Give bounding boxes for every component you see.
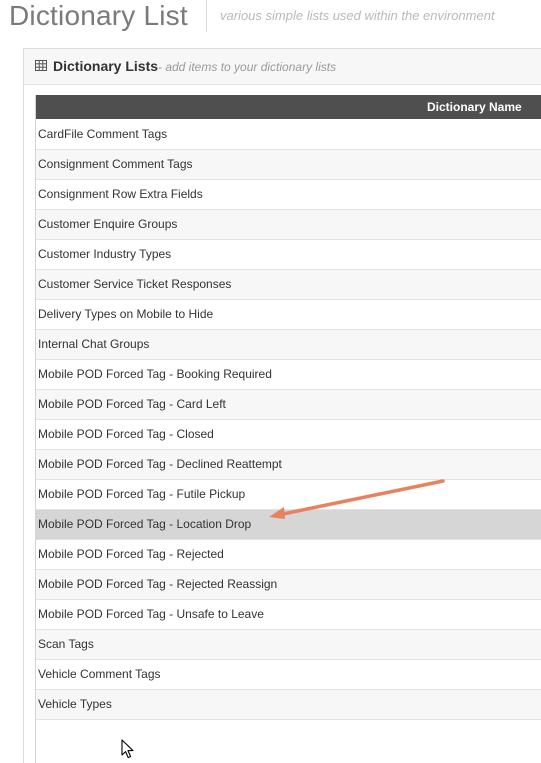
table-row[interactable]: Mobile POD Forced Tag - Closed — [36, 420, 541, 450]
table-row[interactable]: Consignment Comment Tags — [36, 150, 541, 180]
table-row[interactable]: Mobile POD Forced Tag - Futile Pickup — [36, 480, 541, 510]
row-label: Internal Chat Groups — [38, 337, 150, 351]
table-icon — [35, 60, 47, 71]
table-header: Dictionary Name — [36, 95, 541, 119]
table-row[interactable]: Mobile POD Forced Tag - Booking Required — [36, 360, 541, 390]
table-row-highlighted[interactable]: Mobile POD Forced Tag - Location Drop — [36, 510, 541, 540]
table-row[interactable]: Mobile POD Forced Tag - Unsafe to Leave — [36, 600, 541, 630]
panel-heading: Dictionary Lists - add items to your dic… — [24, 49, 541, 85]
row-label: Customer Industry Types — [38, 247, 172, 261]
row-label: CardFile Comment Tags — [38, 127, 168, 141]
row-label: Consignment Comment Tags — [38, 157, 193, 171]
table-row[interactable]: Mobile POD Forced Tag - Declined Reattem… — [36, 450, 541, 480]
panel-subtitle: - add items to your dictionary lists — [158, 60, 337, 74]
table-row[interactable]: Customer Enquire Groups — [36, 210, 541, 240]
row-label: Mobile POD Forced Tag - Closed — [38, 427, 214, 441]
dictionary-list-page: Dictionary List various simple lists use… — [0, 0, 541, 763]
column-header-dictionary-name[interactable]: Dictionary Name — [427, 100, 522, 114]
row-label: Customer Enquire Groups — [38, 217, 178, 231]
mouse-pointer-icon — [121, 739, 134, 759]
table-row[interactable]: CardFile Comment Tags — [36, 120, 541, 150]
row-label: Vehicle Types — [38, 697, 112, 711]
row-label: Mobile POD Forced Tag - Rejected Reassig… — [38, 577, 278, 591]
page-subtitle: various simple lists used within the env… — [220, 8, 495, 23]
table-body: CardFile Comment Tags Consignment Commen… — [36, 120, 541, 720]
page-title: Dictionary List — [9, 0, 188, 31]
row-label: Mobile POD Forced Tag - Declined Reattem… — [38, 457, 282, 471]
table-row[interactable]: Vehicle Types — [36, 690, 541, 720]
table-row[interactable]: Consignment Row Extra Fields — [36, 180, 541, 210]
table-row[interactable]: Customer Industry Types — [36, 240, 541, 270]
table-row[interactable]: Mobile POD Forced Tag - Rejected — [36, 540, 541, 570]
table-row[interactable]: Delivery Types on Mobile to Hide — [36, 300, 541, 330]
dictionary-lists-panel: Dictionary Lists - add items to your dic… — [23, 48, 541, 763]
table-row[interactable]: Mobile POD Forced Tag - Rejected Reassig… — [36, 570, 541, 600]
page-header: Dictionary List various simple lists use… — [0, 0, 541, 38]
row-label: Mobile POD Forced Tag - Booking Required — [38, 367, 272, 381]
table-row[interactable]: Scan Tags — [36, 630, 541, 660]
row-label: Customer Service Ticket Responses — [38, 277, 232, 291]
row-label: Scan Tags — [38, 637, 94, 651]
row-label: Mobile POD Forced Tag - Futile Pickup — [38, 487, 246, 501]
table-row[interactable]: Mobile POD Forced Tag - Card Left — [36, 390, 541, 420]
panel-title: Dictionary Lists — [53, 58, 159, 74]
table-row[interactable]: Internal Chat Groups — [36, 330, 541, 360]
table-row[interactable]: Customer Service Ticket Responses — [36, 270, 541, 300]
row-label: Mobile POD Forced Tag - Card Left — [38, 397, 226, 411]
table-row[interactable]: Vehicle Comment Tags — [36, 660, 541, 690]
row-label: Consignment Row Extra Fields — [38, 187, 203, 201]
row-label: Mobile POD Forced Tag - Unsafe to Leave — [38, 607, 264, 621]
row-label: Mobile POD Forced Tag - Location Drop — [38, 517, 252, 531]
row-label: Vehicle Comment Tags — [38, 667, 161, 681]
row-label: Delivery Types on Mobile to Hide — [38, 307, 214, 321]
dictionary-table: Dictionary Name CardFile Comment Tags Co… — [35, 95, 541, 763]
row-label: Mobile POD Forced Tag - Rejected — [38, 547, 224, 561]
title-divider — [206, 0, 207, 32]
